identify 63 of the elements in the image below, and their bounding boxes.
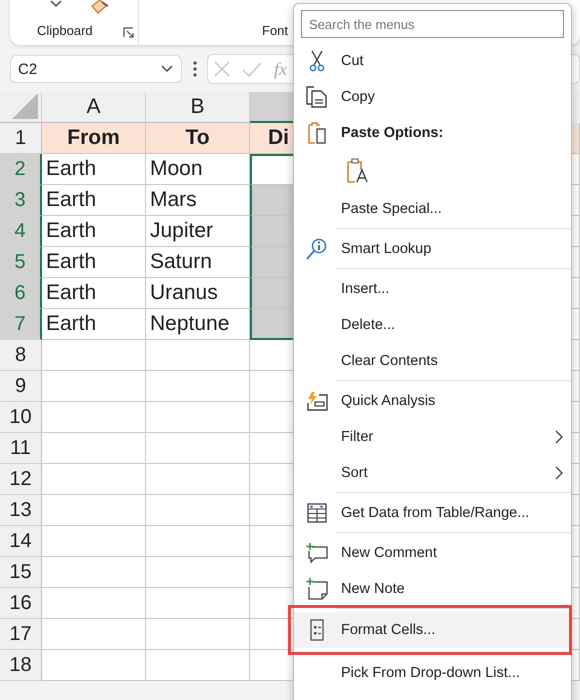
table-cell: Earth bbox=[42, 278, 146, 309]
comment-icon bbox=[306, 542, 328, 564]
menu-item[interactable]: Delete... bbox=[294, 307, 571, 343]
copy-icon bbox=[306, 86, 328, 108]
chevron-icon[interactable] bbox=[50, 0, 62, 8]
row-header[interactable]: 14 bbox=[0, 526, 42, 557]
table-cell: Earth bbox=[42, 185, 146, 216]
table-cell: Earth bbox=[42, 247, 146, 278]
row-header[interactable]: 3 bbox=[0, 185, 42, 216]
group-label: Font bbox=[262, 23, 288, 38]
menu-item[interactable]: Paste Special... bbox=[294, 191, 571, 227]
name-box[interactable]: C2 bbox=[10, 55, 182, 83]
menu-item[interactable]: Sort bbox=[294, 455, 571, 491]
table-cell: Earth bbox=[42, 154, 146, 185]
row-header[interactable]: 10 bbox=[0, 402, 42, 433]
table-cell: From bbox=[42, 123, 146, 154]
table-cell: Earth bbox=[42, 309, 146, 340]
row-header[interactable]: 6 bbox=[0, 278, 42, 309]
menu-item[interactable]: Cut bbox=[294, 43, 571, 79]
check-icon[interactable] bbox=[242, 62, 262, 76]
search-field[interactable]: Search the menus bbox=[301, 10, 564, 38]
column-header[interactable]: B bbox=[146, 92, 250, 123]
row-header[interactable]: 4 bbox=[0, 216, 42, 247]
paste-text-icon[interactable] bbox=[345, 158, 369, 184]
row-header[interactable]: 15 bbox=[0, 557, 42, 588]
menu-item[interactable]: Copy bbox=[294, 79, 571, 115]
row-header[interactable]: 2 bbox=[0, 154, 42, 185]
menu-item[interactable]: Quick Analysis bbox=[294, 383, 571, 419]
row-header[interactable]: 8 bbox=[0, 340, 42, 371]
group-label: Clipboard bbox=[37, 23, 93, 38]
row-header[interactable]: 1 bbox=[0, 123, 42, 154]
row-header[interactable]: 9 bbox=[0, 371, 42, 402]
menu-item[interactable]: Filter bbox=[294, 419, 571, 455]
more-icon[interactable] bbox=[193, 61, 197, 77]
format-cells-icon bbox=[310, 619, 324, 641]
table-icon bbox=[307, 503, 327, 523]
scissors-icon bbox=[309, 50, 325, 72]
menu-item[interactable]: Get Data from Table/Range... bbox=[294, 495, 571, 531]
row-header[interactable]: 16 bbox=[0, 588, 42, 619]
menu-item[interactable]: Format Cells... bbox=[294, 612, 569, 648]
lightning-chart-icon bbox=[306, 391, 328, 411]
search-icon bbox=[306, 238, 328, 260]
dialog-launcher-icon[interactable] bbox=[123, 27, 134, 38]
menu-item[interactable]: Smart Lookup bbox=[294, 231, 571, 267]
row-header[interactable]: 7 bbox=[0, 309, 42, 340]
row-header[interactable]: 17 bbox=[0, 619, 42, 650]
row-header[interactable]: 12 bbox=[0, 464, 42, 495]
menu-item[interactable]: Insert... bbox=[294, 271, 571, 307]
row-header[interactable]: 18 bbox=[0, 650, 42, 681]
column-header[interactable]: A bbox=[42, 92, 146, 123]
chevron-icon bbox=[161, 65, 173, 73]
menu-item[interactable]: Pick From Drop-down List... bbox=[294, 655, 571, 691]
table-cell: Earth bbox=[42, 216, 146, 247]
menu-item[interactable]: New Note bbox=[294, 571, 571, 607]
table-cell: To bbox=[146, 123, 250, 154]
clipboard-icon bbox=[307, 121, 327, 145]
menu-item[interactable]: New Comment bbox=[294, 535, 571, 571]
paintbrush-icon[interactable] bbox=[90, 0, 110, 14]
note-icon bbox=[306, 578, 328, 600]
row-header[interactable]: 5 bbox=[0, 247, 42, 278]
menu-item[interactable]: Clear Contents bbox=[294, 343, 571, 379]
row-header[interactable]: 13 bbox=[0, 495, 42, 526]
row-header[interactable]: 11 bbox=[0, 433, 42, 464]
